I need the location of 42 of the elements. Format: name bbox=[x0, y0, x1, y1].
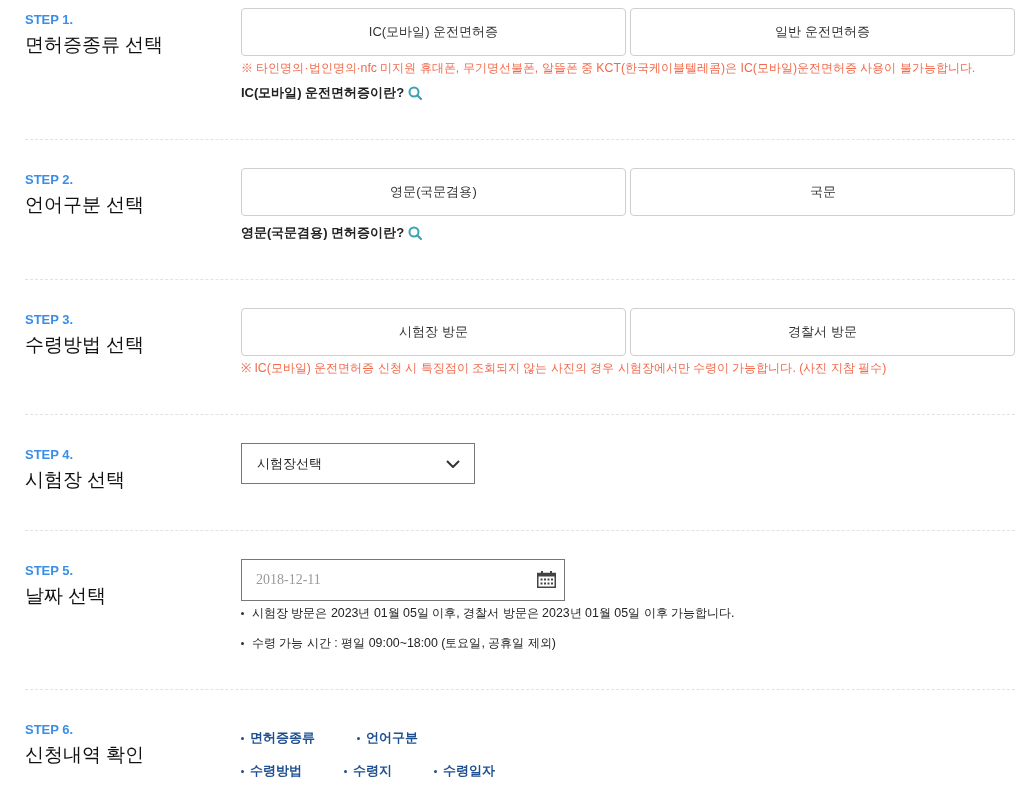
option-button[interactable]: 경찰서 방문 bbox=[630, 308, 1015, 356]
bullet-icon bbox=[241, 736, 244, 740]
date-note: 시험장 방문은 2023년 01월 05일 이후, 경찰서 방문은 2023년 01월 05일 이후 가능합니다. bbox=[252, 605, 735, 622]
option-button[interactable]: 영문(국문겸용) bbox=[241, 168, 626, 216]
bullet-icon bbox=[241, 641, 244, 645]
test-site-dropdown[interactable]: 시험장선택 bbox=[241, 443, 475, 484]
step-label: STEP 1. bbox=[25, 12, 75, 28]
warning-notice: ※ IC(모바일) 운전면허증 신청 시 특징점이 조회되지 않는 사진의 경우 시험장에서만 수령이 가능합니다. (사진 지참 필수) bbox=[241, 360, 888, 377]
option-button[interactable]: 시험장 방문 bbox=[241, 308, 626, 356]
step-title: 시험장 선택 bbox=[25, 468, 127, 492]
summary-label: 수령지 bbox=[353, 763, 392, 780]
summary-label: 수령일자 bbox=[443, 763, 495, 780]
step-title: 날짜 선택 bbox=[25, 584, 108, 608]
chevron-down-icon bbox=[446, 459, 460, 468]
step-label: STEP 6. bbox=[25, 722, 75, 738]
info-link[interactable]: 영문(국문겸용) 면허증이란? bbox=[241, 223, 405, 243]
calendar-icon[interactable] bbox=[537, 571, 556, 588]
bullet-icon bbox=[241, 769, 244, 773]
summary-label: 수령방법 bbox=[250, 763, 302, 780]
search-icon[interactable] bbox=[408, 226, 423, 240]
step-title: 신청내역 확인 bbox=[25, 743, 146, 767]
option-button[interactable]: 일반 운전면허증 bbox=[630, 8, 1015, 56]
bullet-icon bbox=[434, 769, 437, 773]
step-title: 수령방법 선택 bbox=[25, 333, 146, 357]
step-label: STEP 4. bbox=[25, 447, 75, 463]
info-link[interactable]: IC(모바일) 운전면허증이란? bbox=[241, 83, 405, 103]
search-icon[interactable] bbox=[408, 86, 423, 100]
date-field[interactable]: 2018-12-11 bbox=[241, 559, 565, 601]
bullet-icon bbox=[357, 736, 360, 740]
option-button[interactable]: IC(모바일) 운전면허증 bbox=[241, 8, 626, 56]
bullet-icon bbox=[344, 769, 347, 773]
summary-label: 언어구분 bbox=[366, 730, 418, 747]
warning-notice: ※ 타인명의·법인명의·nfc 미지원 휴대폰, 무기명선불폰, 알뜰폰 중 KCT(한국케이블텔레콤)은 IC(모바일)운전면허증 사용이 불가능합니다. bbox=[241, 60, 977, 77]
summary-label: 면허증종류 bbox=[250, 730, 315, 747]
step-label: STEP 5. bbox=[25, 563, 75, 579]
step-label: STEP 2. bbox=[25, 172, 75, 188]
bullet-icon bbox=[241, 611, 244, 615]
step-title: 면허증종류 선택 bbox=[25, 33, 165, 57]
option-button[interactable]: 국문 bbox=[630, 168, 1015, 216]
step-title: 언어구분 선택 bbox=[25, 193, 146, 217]
date-note: 수령 가능 시간 : 평일 09:00~18:00 (토요일, 공휴일 제외) bbox=[252, 635, 556, 652]
step-label: STEP 3. bbox=[25, 312, 75, 328]
